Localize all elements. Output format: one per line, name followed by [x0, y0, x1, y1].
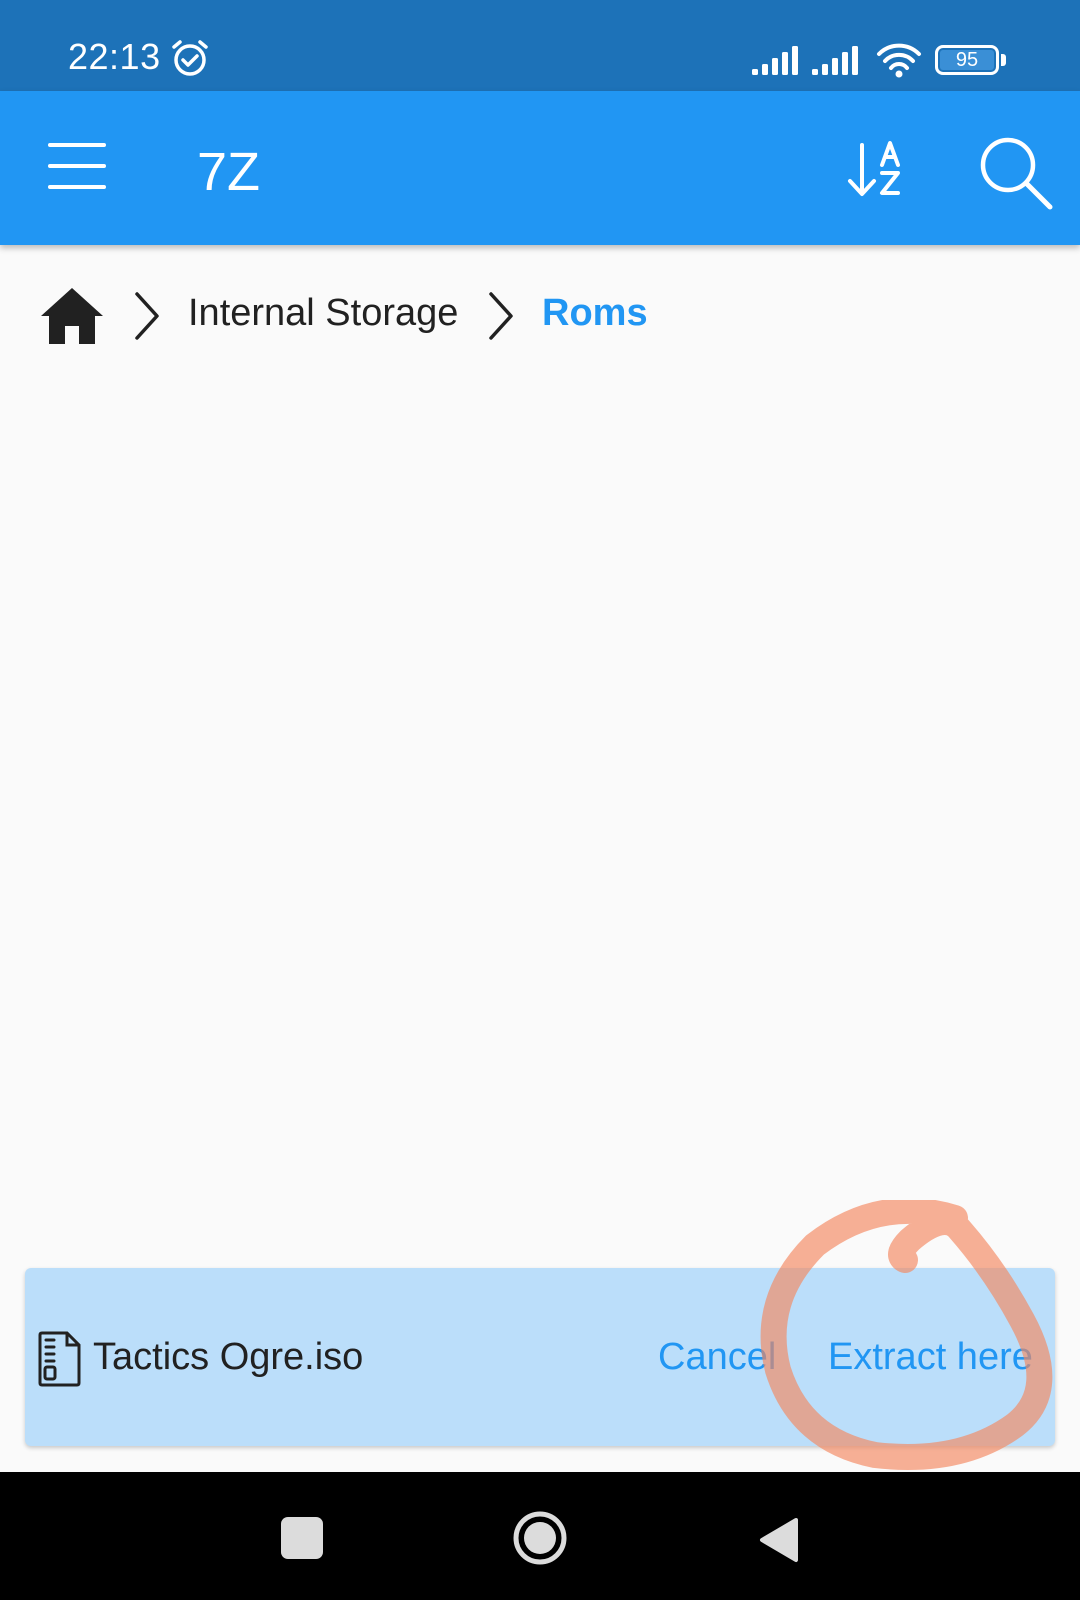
app-title: 7Z: [197, 142, 261, 202]
sort-az-icon[interactable]: [842, 133, 922, 213]
chevron-right-icon: [135, 292, 159, 340]
file-list-area: [0, 365, 1080, 1265]
home-icon[interactable]: [38, 282, 106, 350]
recents-square-icon[interactable]: [281, 1517, 323, 1559]
battery-icon: 95: [935, 45, 999, 75]
back-triangle-icon[interactable]: [756, 1516, 800, 1564]
breadcrumb-roms[interactable]: Roms: [542, 292, 648, 335]
status-time: 22:13: [68, 36, 161, 77]
extract-here-button[interactable]: Extract here: [828, 1336, 1033, 1379]
breadcrumb: Internal Storage Roms: [0, 270, 1080, 360]
app-bar: 7Z: [0, 91, 1080, 245]
extract-action-panel: Tactics Ogre.iso Cancel Extract here: [25, 1268, 1055, 1446]
cancel-button[interactable]: Cancel: [658, 1336, 776, 1379]
search-icon[interactable]: [972, 129, 1062, 219]
battery-nub: [1001, 54, 1006, 66]
alarm-icon: [172, 40, 208, 76]
status-bar: 22:13 95: [0, 0, 1080, 91]
signal-icon: [752, 46, 798, 75]
wifi-icon: [877, 43, 921, 78]
zip-file-icon: [38, 1331, 81, 1387]
file-name: Tactics Ogre.iso: [93, 1336, 364, 1378]
menu-icon[interactable]: [38, 131, 118, 201]
signal-icon: [812, 46, 858, 75]
breadcrumb-internal-storage[interactable]: Internal Storage: [188, 292, 458, 335]
battery-level: 95: [940, 50, 994, 70]
chevron-right-icon: [489, 292, 513, 340]
system-nav-bar: [0, 1472, 1080, 1600]
home-circle-icon[interactable]: [511, 1509, 569, 1567]
